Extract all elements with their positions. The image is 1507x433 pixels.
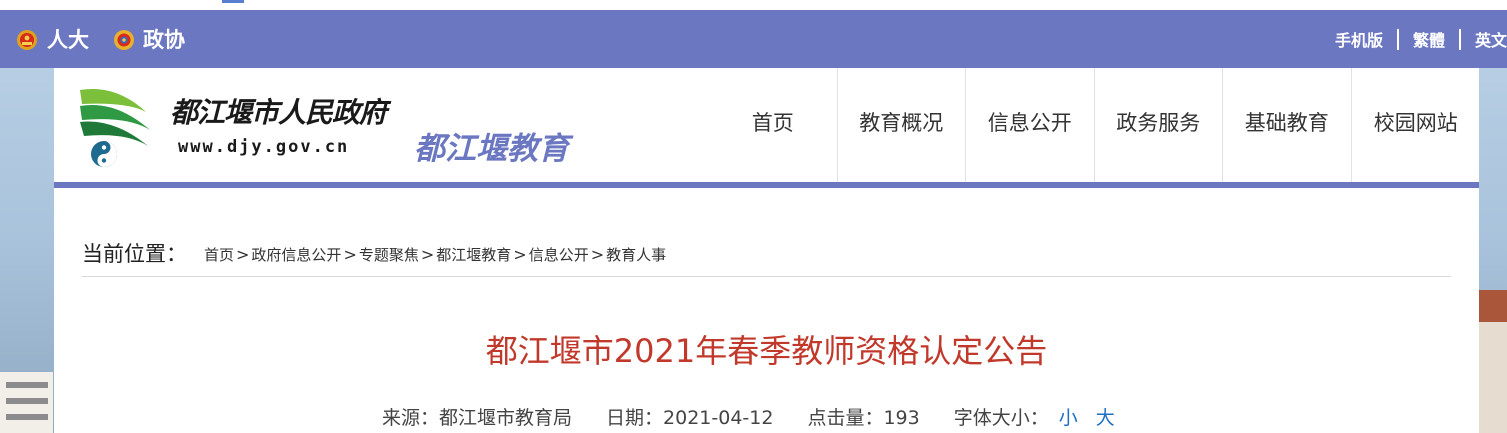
dujiangyan-logo-icon[interactable]	[76, 82, 164, 172]
breadcrumb-title: 当前位置：	[82, 242, 187, 266]
divider	[1458, 29, 1461, 50]
building-window	[6, 414, 48, 420]
top-strip-mark	[222, 0, 244, 3]
nav-item-home[interactable]: 首页	[709, 68, 838, 183]
content-panel: 都江堰市人民政府 www.djy.gov.cn 都江堰教育 首页 教育概况 信息…	[54, 68, 1479, 433]
article-date: 日期：2021-04-12	[606, 407, 774, 429]
background-building-left	[0, 372, 53, 433]
divider	[1396, 29, 1399, 50]
building-window	[6, 382, 48, 388]
top-right-links: 手机版 繁體 英文	[1335, 29, 1507, 53]
breadcrumb-item[interactable]: 教育人事	[606, 244, 666, 266]
site-header: 都江堰市人民政府 www.djy.gov.cn 都江堰教育 首页 教育概况 信息…	[54, 68, 1479, 183]
sub-site-name[interactable]: 都江堰教育	[414, 130, 569, 168]
main-nav: 首页 教育概况 信息公开 政务服务 基础教育 校园网站	[709, 68, 1480, 183]
breadcrumb-separator: >	[236, 245, 250, 264]
breadcrumb-item[interactable]: 政府信息公开	[251, 244, 341, 266]
site-name: 都江堰市人民政府	[170, 96, 387, 129]
article-meta: 来源：都江堰市教育局 日期：2021-04-12 点击量：193 字体大小： 小…	[382, 405, 1115, 431]
breadcrumb-separator: >	[590, 245, 605, 264]
nav-item-information-disclosure[interactable]: 信息公开	[966, 68, 1095, 183]
building-roof	[1479, 290, 1507, 322]
zhengxie-link[interactable]: 政协	[143, 26, 185, 54]
nav-underline-bar	[54, 182, 1479, 188]
font-size-large-button[interactable]: 大	[1096, 405, 1115, 431]
breadcrumb-item[interactable]: 都江堰教育	[436, 244, 511, 266]
traditional-chinese-link[interactable]: 繁體	[1413, 31, 1445, 50]
article-click-count: 点击量：193	[807, 407, 920, 429]
breadcrumb: 首页 > 政府信息公开 > 专题聚焦 > 都江堰教育 > 信息公开 > 教育人事	[204, 244, 666, 266]
site-url: www.djy.gov.cn	[178, 137, 350, 157]
nav-item-education-overview[interactable]: 教育概况	[838, 68, 966, 183]
building-window	[6, 398, 48, 404]
top-strip	[0, 0, 1507, 10]
top-bar: 人大 政协 手机版 繁體 英文	[0, 10, 1507, 68]
mobile-version-link[interactable]: 手机版	[1335, 31, 1383, 50]
background-building-right	[1479, 290, 1507, 433]
font-size-label: 字体大小：	[953, 407, 1049, 429]
breadcrumb-item[interactable]: 信息公开	[529, 244, 589, 266]
cppcc-emblem-icon	[114, 30, 134, 50]
english-link[interactable]: 英文	[1475, 31, 1507, 50]
renda-link[interactable]: 人大	[47, 26, 89, 54]
breadcrumb-separator: >	[420, 245, 435, 264]
breadcrumb-item[interactable]: 专题聚焦	[359, 244, 419, 266]
nav-item-government-services[interactable]: 政务服务	[1095, 68, 1223, 183]
breadcrumb-divider	[82, 276, 1451, 277]
nav-item-basic-education[interactable]: 基础教育	[1223, 68, 1352, 183]
nav-item-campus-websites[interactable]: 校园网站	[1352, 68, 1481, 183]
breadcrumb-separator: >	[513, 245, 527, 264]
breadcrumb-item[interactable]: 首页	[204, 244, 234, 266]
article-title: 都江堰市2021年春季教师资格认定公告	[485, 332, 1048, 370]
font-size-small-button[interactable]: 小	[1059, 405, 1078, 431]
breadcrumb-separator: >	[343, 245, 357, 264]
national-emblem-icon	[17, 30, 37, 50]
article-source: 来源：都江堰市教育局	[382, 407, 573, 429]
